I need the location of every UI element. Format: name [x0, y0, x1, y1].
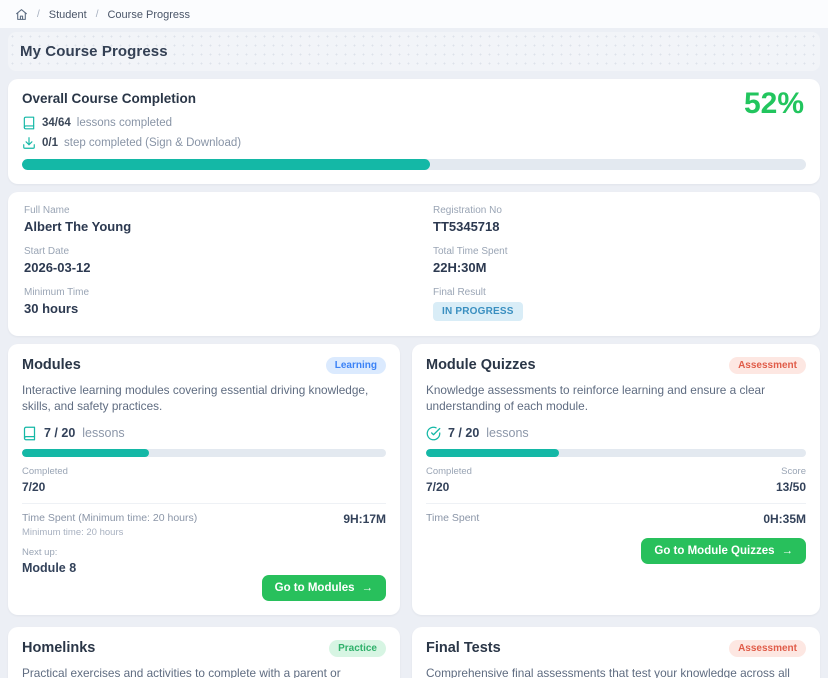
- overall-title: Overall Course Completion: [22, 91, 806, 106]
- overall-completion-card: Overall Course Completion 34/64 lessons …: [8, 79, 820, 184]
- module-quizzes-progress-bar: [426, 449, 806, 457]
- page-title: My Course Progress: [20, 43, 808, 60]
- homelinks-description: Practical exercises and activities to co…: [22, 666, 386, 678]
- divider: [22, 503, 386, 504]
- student-info-card: Full Name Albert The Young Registration …: [8, 192, 820, 336]
- lessons-completed-label: lessons completed: [77, 117, 172, 129]
- assessment-badge: Assessment: [729, 640, 806, 657]
- homelinks-card: Homelinks Practice Practical exercises a…: [8, 627, 400, 678]
- check-circle-icon: [426, 426, 441, 441]
- module-quizzes-lessons-line: 7 / 20 lessons: [426, 426, 806, 441]
- breadcrumb-item-student[interactable]: Student: [49, 9, 87, 21]
- modules-completed-stat: Completed 7/20: [22, 466, 68, 494]
- lessons-completed-line: 34/64 lessons completed: [22, 116, 806, 130]
- step-completed-label: step completed (Sign & Download): [64, 137, 241, 149]
- field-total-time-spent: Total Time Spent 22H:30M: [433, 246, 804, 275]
- breadcrumb-separator: /: [37, 9, 40, 20]
- module-quizzes-time-row: Time Spent 0H:35M: [426, 512, 806, 526]
- breadcrumb: / Student / Course Progress: [0, 0, 828, 28]
- book-icon: [22, 116, 36, 130]
- module-quizzes-card: Module Quizzes Assessment Knowledge asse…: [412, 344, 820, 615]
- modules-lessons-line: 7 / 20 lessons: [22, 426, 386, 441]
- overall-progress-bar: [22, 159, 806, 170]
- arrow-right-icon: →: [362, 582, 374, 594]
- module-quizzes-score-stat: Score 13/50: [776, 466, 806, 494]
- modules-progress-bar: [22, 449, 386, 457]
- modules-time-row: Time Spent (Minimum time: 20 hours) Mini…: [22, 512, 386, 538]
- field-registration-no: Registration No TT5345718: [433, 205, 804, 234]
- modules-card: Modules Learning Interactive learning mo…: [8, 344, 400, 615]
- step-completed-value: 0/1: [42, 137, 58, 149]
- book-icon: [22, 426, 37, 441]
- overall-progress-fill: [22, 159, 430, 170]
- final-tests-card: Final Tests Assessment Comprehensive fin…: [412, 627, 820, 678]
- overall-percent: 52%: [744, 87, 804, 121]
- field-full-name: Full Name Albert The Young: [24, 205, 433, 234]
- page-title-band: My Course Progress: [8, 32, 820, 71]
- modules-title: Modules: [22, 357, 81, 373]
- field-start-date: Start Date 2026-03-12: [24, 246, 433, 275]
- practice-badge: Practice: [329, 640, 386, 657]
- field-final-result: Final Result IN PROGRESS: [433, 287, 804, 321]
- homelinks-title: Homelinks: [22, 640, 95, 656]
- lessons-completed-value: 34/64: [42, 117, 71, 129]
- arrow-right-icon: →: [782, 545, 794, 557]
- module-quizzes-description: Knowledge assessments to reinforce learn…: [426, 383, 806, 415]
- modules-next-up: Next up: Module 8: [22, 547, 386, 575]
- breadcrumb-item-course-progress[interactable]: Course Progress: [107, 9, 190, 21]
- modules-description: Interactive learning modules covering es…: [22, 383, 386, 415]
- status-badge: IN PROGRESS: [433, 302, 523, 321]
- final-tests-description: Comprehensive final assessments that tes…: [426, 666, 806, 678]
- go-to-module-quizzes-button[interactable]: Go to Module Quizzes →: [641, 538, 806, 564]
- field-minimum-time: Minimum Time 30 hours: [24, 287, 433, 321]
- module-quizzes-title: Module Quizzes: [426, 357, 536, 373]
- breadcrumb-separator: /: [96, 9, 99, 20]
- assessment-badge: Assessment: [729, 357, 806, 374]
- learning-badge: Learning: [326, 357, 386, 374]
- download-icon: [22, 136, 36, 150]
- home-icon[interactable]: [15, 8, 28, 21]
- step-completed-line: 0/1 step completed (Sign & Download): [22, 136, 806, 150]
- divider: [426, 503, 806, 504]
- final-tests-title: Final Tests: [426, 640, 501, 656]
- go-to-modules-button[interactable]: Go to Modules →: [262, 575, 386, 601]
- module-quizzes-completed-stat: Completed 7/20: [426, 466, 472, 494]
